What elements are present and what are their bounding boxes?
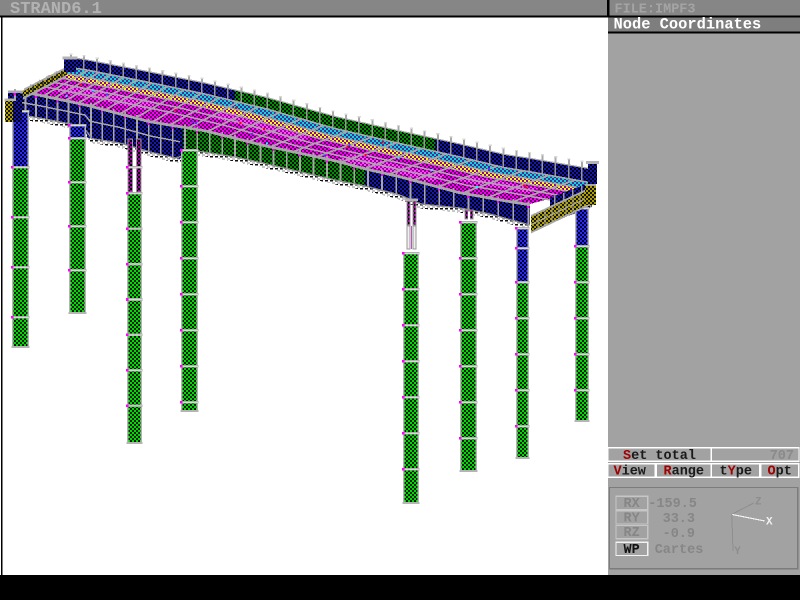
- svg-text:Opt: Opt: [768, 465, 792, 480]
- svg-text:33.3: 33.3: [663, 512, 695, 527]
- svg-text:STRAND6.1: STRAND6.1: [10, 0, 102, 19]
- svg-text:-0.9: -0.9: [663, 527, 695, 542]
- svg-text:RY: RY: [624, 511, 641, 526]
- svg-text:View: View: [614, 465, 647, 480]
- svg-text:-159.5: -159.5: [648, 497, 697, 512]
- svg-text:tYpe: tYpe: [720, 465, 752, 480]
- svg-text:X: X: [766, 516, 773, 528]
- svg-text:Set total: Set total: [623, 449, 696, 464]
- svg-text:Range: Range: [664, 465, 705, 480]
- svg-text:Node Coordinates: Node Coordinates: [614, 16, 762, 34]
- svg-text:Z: Z: [755, 497, 762, 509]
- svg-text:707: 707: [770, 449, 794, 464]
- svg-text:RX: RX: [624, 497, 641, 512]
- svg-text:RZ: RZ: [624, 526, 640, 541]
- svg-text:Y: Y: [734, 546, 741, 558]
- svg-text:WP: WP: [624, 543, 640, 558]
- svg-text:Cartes: Cartes: [655, 543, 704, 558]
